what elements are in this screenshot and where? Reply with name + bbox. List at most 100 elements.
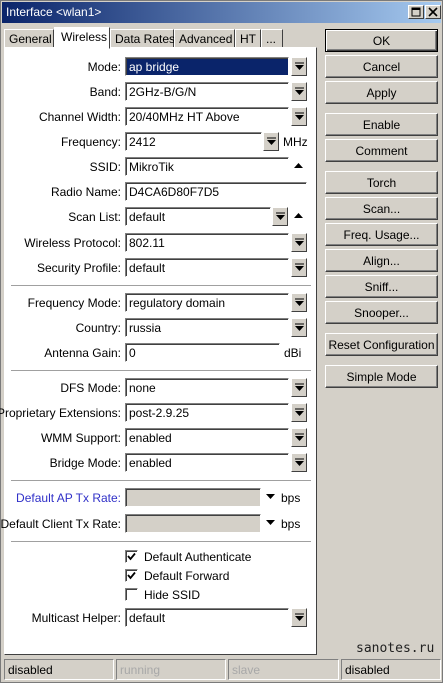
enable-button[interactable]: Enable xyxy=(325,113,438,136)
country-dropdown-button[interactable] xyxy=(291,318,307,337)
proprietary-extensions-select[interactable]: post-2.9.25 xyxy=(125,403,289,422)
scan-list-select[interactable]: default xyxy=(125,207,271,226)
frequency-input[interactable]: 2412 xyxy=(125,132,262,151)
checkbox-box[interactable] xyxy=(125,588,138,601)
frequency-mode-select[interactable]: regulatory domain xyxy=(125,293,289,312)
wireless-protocol-dropdown-button[interactable] xyxy=(291,233,307,252)
antenna-gain-input[interactable]: 0 xyxy=(125,343,280,362)
frequency-row: Frequency: 2412 MHz xyxy=(5,132,318,152)
default-client-tx-rate-input[interactable] xyxy=(125,514,261,533)
tab-general[interactable]: General xyxy=(4,29,54,48)
tab-data-rates[interactable]: Data Rates xyxy=(110,29,175,48)
close-icon xyxy=(428,7,438,17)
comment-button[interactable]: Comment xyxy=(325,139,438,162)
frequency-dropdown-button[interactable] xyxy=(263,132,279,151)
sniff-button[interactable]: Sniff... xyxy=(325,275,438,298)
dropdown-icon xyxy=(295,323,304,331)
mode-dropdown-button[interactable] xyxy=(291,57,307,76)
tab-more[interactable]: ... xyxy=(261,29,283,48)
status-bar: disabled running slave disabled xyxy=(4,659,441,680)
channel-width-select[interactable]: 20/40MHz HT Above xyxy=(125,107,289,126)
tab-advanced[interactable]: Advanced xyxy=(174,29,235,48)
wireless-protocol-select[interactable]: 802.11 xyxy=(125,233,289,252)
wireless-protocol-row: Wireless Protocol: 802.11 xyxy=(5,233,318,253)
bridge-mode-select[interactable]: enabled xyxy=(125,453,289,472)
frequency-mode-row: Frequency Mode: regulatory domain xyxy=(5,293,318,313)
multicast-helper-dropdown-button[interactable] xyxy=(291,608,307,627)
default-authenticate-checkbox[interactable]: Default Authenticate xyxy=(125,549,255,565)
security-profile-label: Security Profile: xyxy=(36,261,121,275)
status-enabled: disabled xyxy=(4,659,114,680)
checkbox-box[interactable] xyxy=(125,569,138,582)
channel-width-dropdown-button[interactable] xyxy=(291,107,307,126)
restore-icon xyxy=(411,7,421,17)
default-client-tx-rate-dropdown[interactable] xyxy=(263,514,279,533)
dropdown-icon xyxy=(295,62,304,70)
reset-configuration-button[interactable]: Reset Configuration xyxy=(325,333,438,356)
wmm-support-dropdown-button[interactable] xyxy=(291,428,307,447)
band-row: Band: 2GHz-B/G/N xyxy=(5,82,318,102)
antenna-gain-row: Antenna Gain: 0 dBi xyxy=(5,343,318,363)
freq-usage-button[interactable]: Freq. Usage... xyxy=(325,223,438,246)
country-select[interactable]: russia xyxy=(125,318,289,337)
default-forward-label: Default Forward xyxy=(144,569,230,583)
separator xyxy=(11,541,311,543)
proprietary-extensions-dropdown-button[interactable] xyxy=(291,403,307,422)
band-dropdown-button[interactable] xyxy=(291,82,307,101)
dfs-mode-select[interactable]: none xyxy=(125,378,289,397)
default-ap-tx-rate-dropdown[interactable] xyxy=(263,488,279,507)
frequency-label: Frequency: xyxy=(60,135,121,149)
ok-button[interactable]: OK xyxy=(325,29,438,52)
scan-list-dropdown-button[interactable] xyxy=(272,207,288,226)
default-ap-tx-rate-row: Default AP Tx Rate: bps xyxy=(5,488,318,508)
title-bar[interactable]: Interface <wlan1> xyxy=(2,2,441,23)
watermark-text: sanotes.ru xyxy=(356,641,435,656)
simple-mode-button[interactable]: Simple Mode xyxy=(325,365,438,388)
frequency-unit: MHz xyxy=(283,135,308,149)
dropdown-icon xyxy=(295,112,304,120)
align-button[interactable]: Align... xyxy=(325,249,438,272)
checkmark-icon xyxy=(127,571,136,580)
default-forward-checkbox[interactable]: Default Forward xyxy=(125,568,235,584)
dropdown-icon xyxy=(295,263,304,271)
ssid-input[interactable]: MikroTik xyxy=(125,157,289,176)
cancel-button[interactable]: Cancel xyxy=(325,55,438,78)
scan-list-label: Scan List: xyxy=(68,210,121,224)
dfs-mode-dropdown-button[interactable] xyxy=(291,378,307,397)
ssid-collapse-button[interactable] xyxy=(291,157,307,176)
window-title: Interface <wlan1> xyxy=(6,5,102,19)
apply-button[interactable]: Apply xyxy=(325,81,438,104)
mode-row: Mode: ap bridge xyxy=(5,57,318,77)
multicast-helper-select[interactable]: default xyxy=(125,608,289,627)
hide-ssid-checkbox[interactable]: Hide SSID xyxy=(125,587,215,603)
security-profile-select[interactable]: default xyxy=(125,258,289,277)
band-select[interactable]: 2GHz-B/G/N xyxy=(125,82,289,101)
scan-button[interactable]: Scan... xyxy=(325,197,438,220)
default-authenticate-label: Default Authenticate xyxy=(144,550,252,564)
band-label: Band: xyxy=(89,85,121,99)
dropdown-icon xyxy=(295,613,304,621)
default-ap-tx-rate-unit: bps xyxy=(281,491,301,505)
wmm-support-label: WMM Support: xyxy=(40,431,121,445)
tab-ht[interactable]: HT xyxy=(235,29,261,48)
torch-button[interactable]: Torch xyxy=(325,171,438,194)
scan-list-collapse-button[interactable] xyxy=(291,207,307,226)
checkbox-box[interactable] xyxy=(125,550,138,563)
wmm-support-select[interactable]: enabled xyxy=(125,428,289,447)
frequency-mode-dropdown-button[interactable] xyxy=(291,293,307,312)
tab-wireless[interactable]: Wireless xyxy=(54,27,110,49)
radio-name-input[interactable]: D4CA6D80F7D5 xyxy=(125,182,307,201)
dropdown-icon xyxy=(295,383,304,391)
multicast-helper-label: Multicast Helper: xyxy=(31,611,121,625)
dfs-mode-label: DFS Mode: xyxy=(60,381,121,395)
close-button[interactable] xyxy=(425,5,441,19)
mode-select[interactable]: ap bridge xyxy=(125,57,289,76)
dropdown-icon xyxy=(295,408,304,416)
hide-ssid-label: Hide SSID xyxy=(144,588,201,602)
bridge-mode-dropdown-button[interactable] xyxy=(291,453,307,472)
restore-button[interactable] xyxy=(408,5,424,19)
security-profile-dropdown-button[interactable] xyxy=(291,258,307,277)
snooper-button[interactable]: Snooper... xyxy=(325,301,438,324)
antenna-gain-label: Antenna Gain: xyxy=(44,346,121,360)
default-ap-tx-rate-input[interactable] xyxy=(125,488,261,507)
